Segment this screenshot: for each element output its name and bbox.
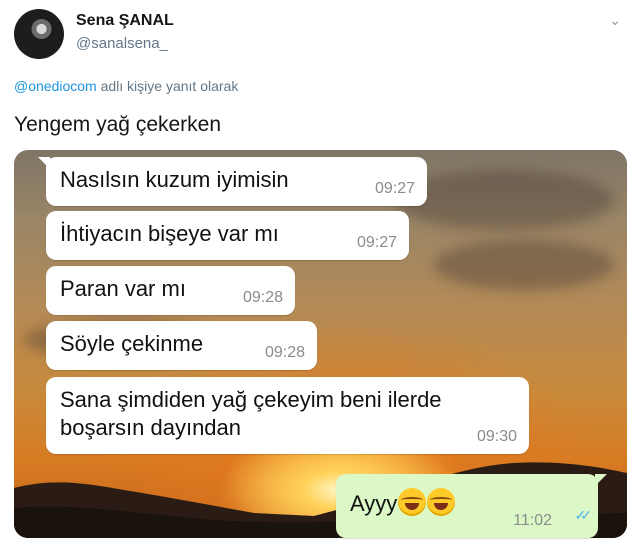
- message-text: Söyle çekinme: [60, 331, 204, 356]
- laughing-tears-emoji-icon: [398, 488, 427, 516]
- author-handle[interactable]: @sanalsena_: [76, 35, 168, 52]
- message-time: 11:02: [513, 512, 552, 529]
- cloud-shape: [434, 240, 614, 290]
- message-text: İhtiyacın bişeye var mı: [60, 221, 279, 246]
- message-time: 09:30: [476, 428, 517, 445]
- message-time: 09:28: [242, 289, 283, 306]
- reply-context: @onediocom adlı kişiye yanıt olarak: [14, 78, 238, 94]
- avatar[interactable]: [14, 9, 64, 59]
- message-text: Ayyy: [350, 491, 398, 516]
- laughing-tears-emoji-icon: [427, 488, 456, 516]
- chat-reply-message: Ayyy 11:02 ✓✓: [336, 474, 607, 538]
- cloud-shape: [394, 170, 614, 230]
- message-time: 09:28: [264, 344, 305, 361]
- chevron-down-icon[interactable]: ⌄: [609, 12, 621, 29]
- double-check-icon: ✓✓: [574, 507, 593, 523]
- chat-message: Nasılsın kuzum iyimisin 09:27: [38, 157, 427, 206]
- chat-message: İhtiyacın bişeye var mı 09:27: [46, 211, 409, 260]
- reply-context-text: adlı kişiye yanıt olarak: [96, 78, 239, 94]
- bubble-tail: [595, 474, 607, 486]
- message-text: Nasılsın kuzum iyimisin: [60, 167, 289, 192]
- tweet-text: Yengem yağ çekerken: [14, 113, 222, 136]
- message-text: Paran var mı: [60, 276, 186, 301]
- author-name[interactable]: Sena ŞANAL: [76, 12, 174, 30]
- message-time: 09:27: [374, 180, 415, 197]
- chat-message: Sana şimdiden yağ çekeyim beni ilerde bo…: [46, 377, 529, 454]
- message-text: Sana şimdiden yağ çekeyim beni ilerde bo…: [60, 387, 442, 440]
- chat-message: Söyle çekinme 09:28: [46, 321, 317, 370]
- message-time: 09:27: [356, 234, 397, 251]
- bubble-tail: [38, 157, 50, 169]
- chat-message: Paran var mı 09:28: [46, 266, 295, 315]
- reply-mention-link[interactable]: @onediocom: [14, 78, 97, 94]
